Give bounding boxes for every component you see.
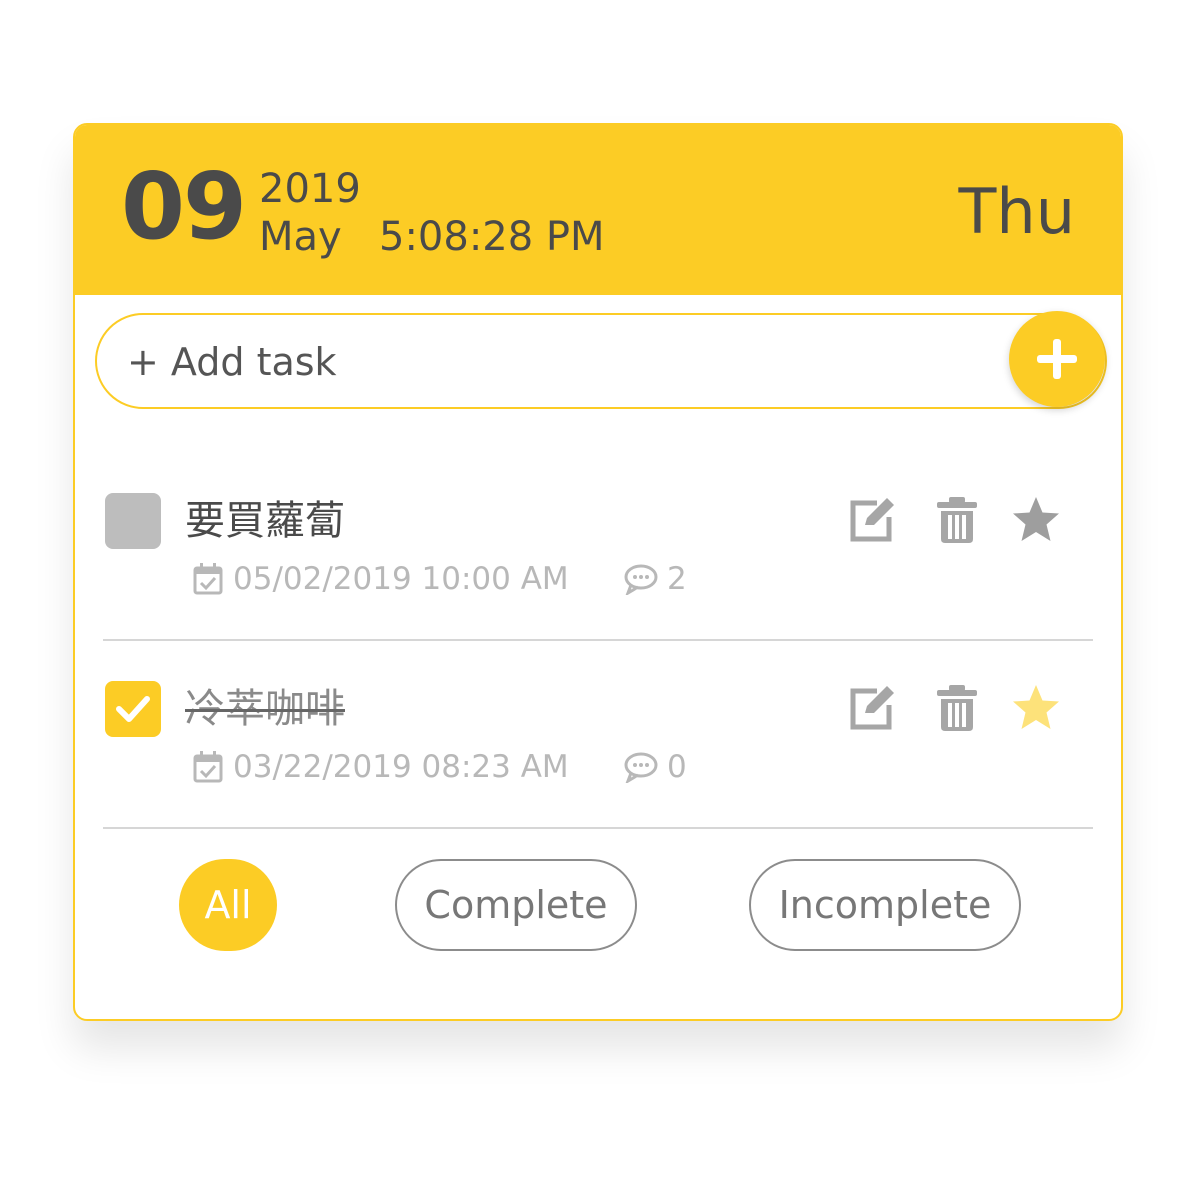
add-task-input[interactable] [125, 331, 989, 393]
year-label: 2019 [259, 166, 361, 212]
task-checkbox[interactable] [105, 681, 161, 737]
filter-all-button[interactable]: All [179, 859, 277, 951]
trash-icon[interactable] [935, 683, 979, 733]
task-item: 冷萃咖啡 03/22/2019 08:23 AM 0 [103, 681, 1093, 831]
add-task-button[interactable] [1009, 311, 1105, 407]
star-icon[interactable] [1010, 495, 1062, 545]
day-number: 09 [121, 153, 247, 260]
month-label: May [259, 214, 342, 260]
edit-icon[interactable] [847, 683, 899, 733]
trash-icon[interactable] [935, 495, 979, 545]
comment-count: 2 [667, 561, 687, 597]
calendar-icon [193, 751, 223, 783]
task-title[interactable]: 冷萃咖啡 [185, 681, 345, 737]
clock-time: 5:08:28 PM [379, 214, 605, 260]
task-divider [103, 639, 1093, 641]
check-icon [116, 696, 150, 722]
comment-count: 0 [667, 749, 687, 785]
task-due-date: 03/22/2019 08:23 AM [233, 749, 569, 785]
weekday-label: Thu [958, 175, 1075, 248]
star-icon[interactable] [1010, 683, 1062, 733]
filter-incomplete-button[interactable]: Incomplete [749, 859, 1021, 951]
task-due-date: 05/02/2019 10:00 AM [233, 561, 569, 597]
calendar-icon [193, 563, 223, 595]
task-item: 要買蘿蔔 05/02/2019 10:00 AM 2 [103, 493, 1093, 643]
comment-icon [624, 564, 658, 595]
date-header: 09 2019 May 5:08:28 PM Thu [75, 125, 1121, 295]
task-divider [103, 827, 1093, 829]
todo-card: 09 2019 May 5:08:28 PM Thu 要買蘿蔔 05/02/20… [73, 123, 1123, 1021]
task-checkbox[interactable] [105, 493, 161, 549]
comment-icon [624, 752, 658, 783]
task-title[interactable]: 要買蘿蔔 [185, 493, 345, 549]
add-task-bar [95, 313, 1107, 409]
edit-icon[interactable] [847, 495, 899, 545]
filter-complete-button[interactable]: Complete [395, 859, 637, 951]
plus-icon [1037, 339, 1077, 379]
